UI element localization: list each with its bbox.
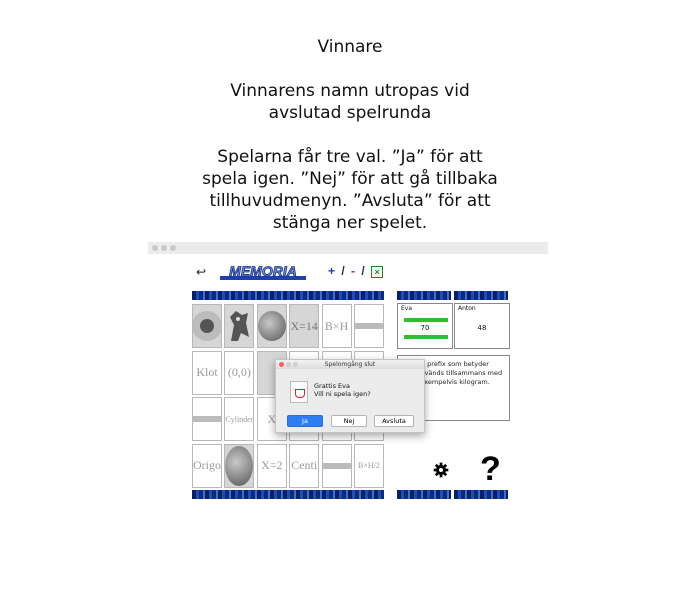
memory-card[interactable]	[321, 443, 352, 488]
memory-card[interactable]: Cylinder	[224, 397, 255, 442]
decorative-band	[192, 490, 384, 499]
caption-line: stänga ner spelet.	[272, 213, 428, 233]
operation-separator: /	[361, 264, 365, 278]
score-bar	[404, 335, 448, 339]
caption-paragraph-2: Spelarna får tre val. ”Ja” för att spela…	[0, 146, 700, 234]
card-text: Origo	[193, 458, 221, 473]
minus-operation-button[interactable]: -	[351, 264, 355, 278]
logo-text: MEMORIA	[229, 263, 297, 279]
window-minimize-dot[interactable]	[161, 245, 167, 251]
memory-card[interactable]: B×H/2	[353, 443, 384, 488]
window-close-dot[interactable]	[152, 245, 158, 251]
round-over-dialog: Spelomgång slut Grattis Eva Vill ni spel…	[275, 359, 425, 433]
creature-image	[230, 311, 250, 341]
card-text: (0,0)	[227, 365, 251, 380]
circle-image	[200, 319, 214, 333]
decorative-band	[192, 291, 384, 300]
operation-separator: /	[341, 264, 345, 278]
multiply-operation-button[interactable]: ×	[371, 265, 384, 278]
decorative-band	[454, 490, 508, 499]
card-text: X=2	[261, 458, 283, 473]
play-again-question: Vill ni spela igen?	[314, 390, 371, 398]
memory-card[interactable]: (0,0)	[224, 350, 255, 395]
quit-button[interactable]: Avsluta	[374, 415, 414, 427]
decorative-band	[454, 291, 508, 300]
player-score: 48	[477, 324, 487, 332]
memory-card[interactable]	[224, 304, 255, 348]
operation-selector: + / - / ×	[328, 264, 384, 278]
player-panel-eva: Eva 70	[397, 303, 453, 349]
decorative-band	[397, 490, 451, 499]
player-score: 70	[420, 324, 430, 332]
window-zoom-dot[interactable]	[170, 245, 176, 251]
gear-icon[interactable]	[433, 462, 449, 478]
card-text: B×H	[324, 318, 349, 333]
game-window-screenshot: ↩ MEMORIA + / - / × X=14 B×H Klot (0,0) …	[148, 242, 548, 507]
card-text: Cylinder	[225, 414, 254, 424]
dialog-titlebar: Spelomgång slut	[276, 360, 424, 369]
memory-card[interactable]	[224, 443, 255, 488]
memoria-app: ↩ MEMORIA + / - / × X=14 B×H Klot (0,0) …	[148, 254, 548, 507]
dialog-close-dot[interactable]	[279, 362, 284, 367]
card-text: X=14	[290, 318, 318, 333]
dialog-zoom-dot	[293, 362, 298, 367]
memory-card[interactable]: X=14	[289, 304, 320, 348]
caption-paragraph-1: Vinnarens namn utropas vid avslutad spel…	[0, 80, 700, 124]
info-line: ett prefix som betyder	[416, 360, 489, 368]
memory-card[interactable]	[192, 397, 222, 442]
memory-card[interactable]	[256, 304, 287, 348]
card-text: Klot	[196, 365, 218, 380]
dialog-minimize-dot	[286, 362, 291, 367]
sphere-image	[257, 311, 286, 341]
player-name: Eva	[401, 305, 413, 312]
memoria-logo: MEMORIA	[220, 263, 306, 280]
winner-message: Grattis Eva	[314, 382, 350, 390]
help-question-icon[interactable]: ?	[480, 452, 501, 486]
info-line: . Exempelvis kilogram.	[416, 378, 490, 386]
no-button[interactable]: Nej	[331, 415, 367, 427]
score-bar	[404, 318, 448, 322]
memory-card[interactable]: Centi	[289, 443, 320, 488]
yes-button[interactable]: Ja	[287, 415, 323, 427]
caption-title: Vinnare	[317, 37, 383, 57]
memory-card[interactable]: B×H	[321, 304, 352, 348]
memory-card[interactable]	[353, 304, 384, 348]
decorative-band	[397, 291, 451, 300]
memory-card[interactable]: Origo	[192, 443, 222, 488]
caption-line: spela igen. ”Nej” för att gå tillbaka	[202, 169, 498, 189]
caption-line: Vinnarens namn utropas vid	[230, 81, 470, 101]
caption-line: Spelarna får tre val. ”Ja” för att	[217, 147, 483, 167]
memory-card[interactable]	[192, 304, 222, 348]
plus-operation-button[interactable]: +	[328, 264, 335, 278]
player-panel-anton: Anton 48	[454, 303, 510, 349]
memory-card[interactable]: Klot	[192, 350, 222, 395]
sphere-image	[225, 445, 254, 486]
memory-card[interactable]: X=2	[256, 443, 287, 488]
dialog-title: Spelomgång slut	[324, 361, 376, 368]
player-name: Anton	[458, 305, 476, 312]
caption-line: tillhuvudmenyn. ”Avsluta” för att	[209, 191, 491, 211]
back-arrow-icon[interactable]: ↩	[196, 265, 206, 279]
card-text: B×H/2	[358, 461, 380, 471]
info-line: Används tillsammans med	[416, 369, 503, 377]
card-text: Centi	[291, 458, 318, 473]
caption-line: avslutad spelrunda	[268, 103, 432, 123]
java-icon	[290, 381, 308, 403]
